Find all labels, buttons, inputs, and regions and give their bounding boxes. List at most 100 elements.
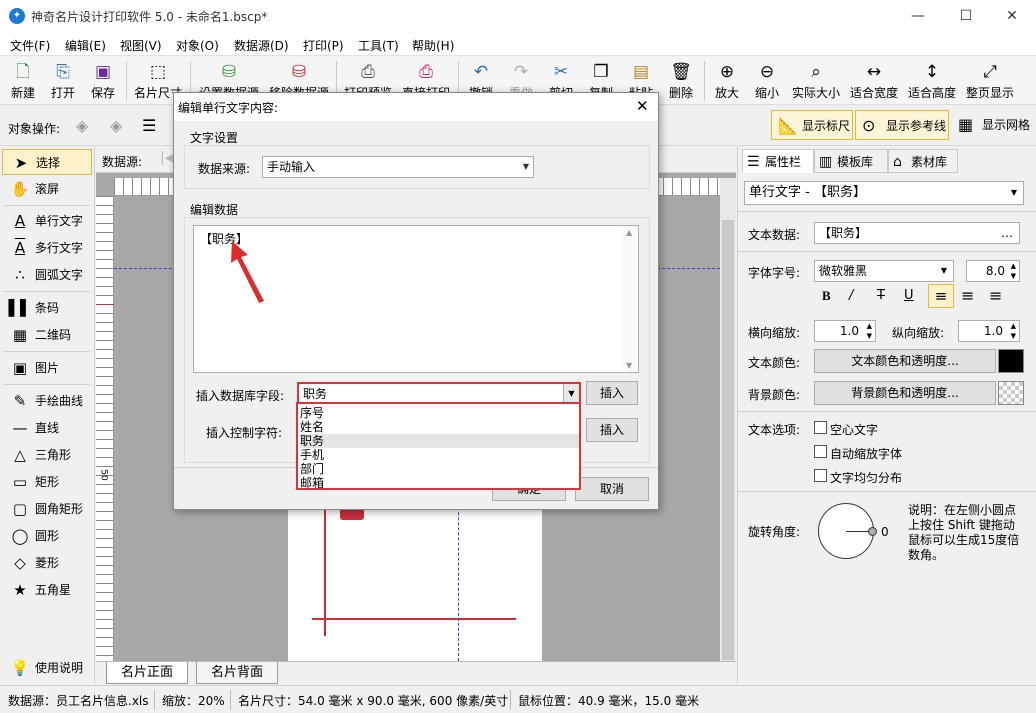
save-button[interactable]: ▣ 保存 xyxy=(84,59,122,103)
option-department[interactable]: 部门 xyxy=(300,462,579,476)
close-window-button[interactable]: ✕ xyxy=(992,4,1032,28)
tool-rectangle[interactable]: ▭ 矩形 xyxy=(2,469,92,495)
hscale-spinner[interactable]: 1.0 ▲ ▼ xyxy=(814,320,876,342)
layer-up-icon[interactable]: ◈ xyxy=(76,116,88,135)
tab-templates[interactable]: ▥ 模板库 xyxy=(814,149,888,173)
text-data-field[interactable]: 【职务】… xyxy=(814,222,1020,244)
print-preview-icon: ⎙ xyxy=(361,62,375,82)
font-size-spinner[interactable]: 8.0 ▲ ▼ xyxy=(966,260,1020,282)
option-name[interactable]: 姓名 xyxy=(300,420,579,434)
tab-card-back[interactable]: 名片背面 xyxy=(196,662,279,684)
menu-tools[interactable]: 工具(T) xyxy=(358,37,399,54)
insert-ctrl-button[interactable]: 插入 xyxy=(586,418,638,442)
ruler-marker xyxy=(96,304,114,305)
new-button[interactable]: 🗋 新建 xyxy=(4,59,42,103)
underline-button[interactable]: U xyxy=(904,288,914,303)
italic-button[interactable]: / xyxy=(849,288,853,303)
tool-arc-text[interactable]: ∴ 圆弧文字 xyxy=(2,262,92,288)
open-button[interactable]: ⎘ 打开 xyxy=(44,59,82,103)
object-select-dropdown[interactable]: 单行文字 - 【职务】 ▼ xyxy=(744,181,1024,205)
tool-multi-line-text[interactable]: A 多行文字 xyxy=(2,235,92,261)
fit-width-button[interactable]: ↔ 适合宽度 xyxy=(846,59,902,103)
show-ruler-toggle[interactable]: 📐 显示标尺 xyxy=(771,110,853,140)
tool-triangle[interactable]: △ 三角形 xyxy=(2,442,92,468)
text-data-label: 文本数据: xyxy=(748,228,801,242)
fit-height-button[interactable]: ↕ 适合高度 xyxy=(904,59,960,103)
insert-field-button[interactable]: 插入 xyxy=(586,381,638,405)
scroll-down-icon[interactable]: ▼ xyxy=(626,361,632,370)
tool-star[interactable]: ★ 五角星 xyxy=(2,577,92,603)
tool-select[interactable]: ➤ 选择 xyxy=(2,149,92,175)
fit-page-button[interactable]: ⤢ 整页显示 xyxy=(962,59,1018,103)
text-color-swatch[interactable] xyxy=(998,349,1024,373)
tool-line[interactable]: — 直线 xyxy=(2,415,92,441)
distribute-checkbox[interactable] xyxy=(814,469,827,482)
template-icon: ▥ xyxy=(819,154,833,170)
scroll-up-icon[interactable]: ▲ xyxy=(626,228,632,237)
strikethrough-button[interactable]: T xyxy=(877,288,885,303)
align-left-button[interactable]: ≡ xyxy=(928,284,954,308)
dialog-close-icon[interactable]: ✕ xyxy=(636,97,649,115)
tab-card-front[interactable]: 名片正面 xyxy=(106,662,189,684)
delete-icon: 🗑 xyxy=(670,62,692,82)
maximize-button[interactable]: ☐ xyxy=(946,4,986,28)
new-file-icon: 🗋 xyxy=(16,62,30,82)
tool-scroll[interactable]: ✋ 滚屏 xyxy=(2,176,92,202)
option-email[interactable]: 邮箱 xyxy=(300,476,579,490)
editor-scrollbar[interactable]: ▲ ▼ xyxy=(622,226,638,372)
tool-diamond[interactable]: ◇ 菱形 xyxy=(2,550,92,576)
text-color-button[interactable]: 文本颜色和透明度... xyxy=(814,349,996,373)
vscale-spinner[interactable]: 1.0 ▲ ▼ xyxy=(958,320,1020,342)
chevron-down-icon[interactable]: ▼ xyxy=(563,384,579,404)
tool-barcode[interactable]: ▌▌ 条码 xyxy=(2,295,92,321)
chevron-down-icon: ▼ xyxy=(1010,188,1017,197)
bold-button[interactable]: B xyxy=(822,288,831,304)
actual-size-button[interactable]: ⌕ 实际大小 xyxy=(788,59,844,103)
minimize-button[interactable]: — xyxy=(898,4,938,28)
scrollbar-thumb[interactable] xyxy=(722,220,734,660)
delete-button[interactable]: 🗑 删除 xyxy=(662,59,700,103)
cancel-button[interactable]: 取消 xyxy=(575,477,649,501)
hollow-text-checkbox[interactable] xyxy=(814,421,827,434)
bg-color-swatch[interactable] xyxy=(998,381,1024,405)
option-mobile[interactable]: 手机 xyxy=(300,448,579,462)
zoom-in-button[interactable]: ⊕ 放大 xyxy=(708,59,746,103)
option-title[interactable]: 职务 xyxy=(300,434,579,448)
bg-color-button[interactable]: 背景颜色和透明度... xyxy=(814,381,996,405)
rotation-dial[interactable] xyxy=(818,503,877,559)
show-grid-toggle[interactable]: ▦ 显示网格 xyxy=(952,110,1034,140)
help-button[interactable]: 💡 使用说明 xyxy=(2,655,92,681)
menu-help[interactable]: 帮助(H) xyxy=(412,37,454,54)
show-guides-toggle[interactable]: ⊙ 显示参考线 xyxy=(855,110,949,140)
card-red-vline xyxy=(324,496,326,636)
option-serial[interactable]: 序号 xyxy=(300,406,579,420)
font-select[interactable]: 微软雅黑 ▼ xyxy=(814,260,954,282)
layers-icon[interactable]: ☰ xyxy=(142,116,156,135)
paste-icon: ▤ xyxy=(632,62,650,82)
zoom-out-button[interactable]: ⊖ 缩小 xyxy=(748,59,786,103)
layer-down-icon[interactable]: ◈ xyxy=(110,116,122,135)
tab-properties[interactable]: ☰ 属性栏 xyxy=(742,149,814,173)
tab-materials[interactable]: ⌂ 素材库 xyxy=(888,149,958,173)
tool-single-line-text[interactable]: A 单行文字 xyxy=(2,208,92,234)
menu-datasource[interactable]: 数据源(D) xyxy=(234,37,289,54)
autoscale-label: 自动缩放字体 xyxy=(830,447,903,461)
fit-page-icon: ⤢ xyxy=(983,62,997,82)
menu-edit[interactable]: 编辑(E) xyxy=(65,37,106,54)
menu-print[interactable]: 打印(P) xyxy=(303,37,344,54)
source-select[interactable]: 手动输入 ▼ xyxy=(262,156,534,178)
menu-object[interactable]: 对象(O) xyxy=(176,37,219,54)
menu-view[interactable]: 视图(V) xyxy=(120,37,162,54)
rotation-handle[interactable] xyxy=(868,527,877,536)
tool-image[interactable]: ▣ 图片 xyxy=(2,355,92,381)
tool-circle[interactable]: ◯ 圆形 xyxy=(2,523,92,549)
menu-file[interactable]: 文件(F) xyxy=(10,37,50,54)
tool-qrcode[interactable]: ▦ 二维码 xyxy=(2,322,92,348)
title-bar: ✦ 神奇名片设计打印软件 5.0 - 未命名1.bscp* — ☐ ✕ xyxy=(0,0,1036,32)
tool-rounded-rect[interactable]: ▢ 圆角矩形 xyxy=(2,496,92,522)
align-center-button[interactable]: ≡ xyxy=(961,286,974,305)
autoscale-checkbox[interactable] xyxy=(814,445,827,458)
tool-freehand[interactable]: ✎ 手绘曲线 xyxy=(2,388,92,414)
align-right-button[interactable]: ≡ xyxy=(989,286,1002,305)
rotate-value: 0 xyxy=(881,525,889,539)
